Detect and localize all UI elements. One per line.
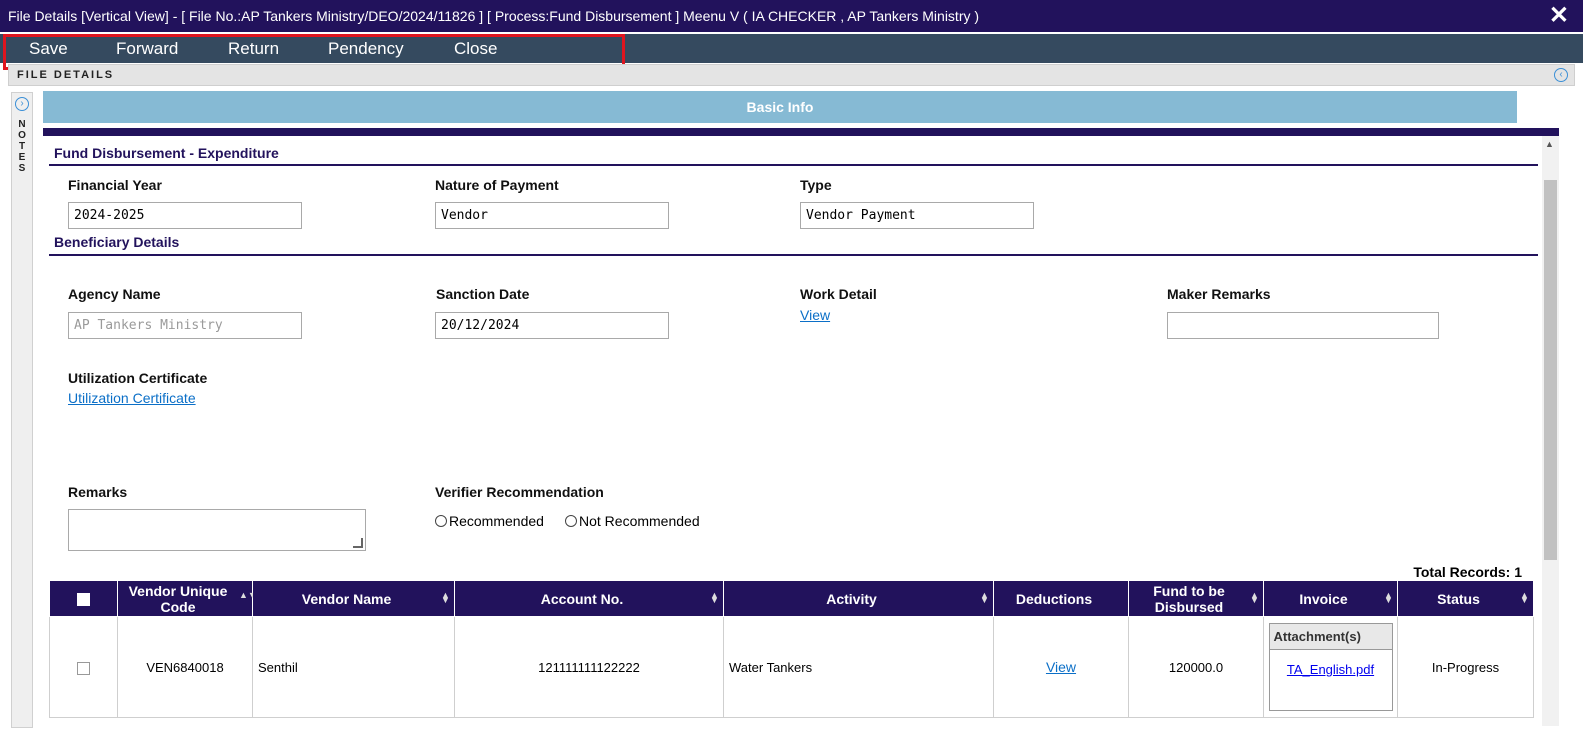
work-detail-view-link[interactable]: View bbox=[800, 307, 830, 323]
col-deductions: Deductions bbox=[993, 580, 1129, 617]
cell-account-no: 121111111122222 bbox=[454, 616, 724, 718]
sort-icon[interactable]: ▲▼ bbox=[1384, 591, 1393, 605]
close-button[interactable]: Close bbox=[454, 39, 497, 59]
select-all-checkbox[interactable] bbox=[77, 593, 90, 607]
maker-remarks-label: Maker Remarks bbox=[1167, 286, 1271, 302]
resize-grip-icon[interactable] bbox=[353, 538, 363, 548]
action-toolbar: Save Forward Return Pendency Close bbox=[0, 34, 1583, 70]
work-detail-label: Work Detail bbox=[800, 286, 877, 302]
pendency-button[interactable]: Pendency bbox=[328, 39, 404, 59]
agency-name-field[interactable]: AP Tankers Ministry bbox=[68, 312, 302, 339]
col-account-no-label: Account No. bbox=[540, 590, 624, 607]
col-status-label: Status bbox=[1437, 590, 1480, 607]
col-invoice[interactable]: Invoice ▲▼ bbox=[1263, 580, 1398, 617]
type-field[interactable]: Vendor Payment bbox=[800, 202, 1034, 229]
remarks-textarea[interactable] bbox=[68, 509, 366, 551]
sanction-date-field[interactable]: 20/12/2024 bbox=[435, 312, 669, 339]
scroll-up-icon[interactable]: ▲ bbox=[1545, 139, 1554, 149]
nature-of-payment-field[interactable]: Vendor bbox=[435, 202, 669, 229]
col-vendor-code[interactable]: Vendor Unique Code ▲▼ bbox=[117, 580, 257, 617]
cell-invoice: Attachment(s) TA_English.pdf bbox=[1263, 616, 1398, 718]
cell-status: In-Progress bbox=[1397, 616, 1534, 718]
financial-year-field[interactable]: 2024-2025 bbox=[68, 202, 302, 229]
nature-of-payment-label: Nature of Payment bbox=[435, 177, 559, 193]
maker-remarks-field[interactable] bbox=[1167, 312, 1439, 339]
col-account-no[interactable]: Account No. ▲▼ bbox=[454, 580, 724, 617]
sort-icon[interactable]: ▲▼ bbox=[239, 591, 257, 600]
col-fund[interactable]: Fund to be Disbursed ▲▼ bbox=[1128, 580, 1264, 617]
table-header-row: Vendor Unique Code ▲▼ Vendor Name ▲▼ Accou… bbox=[49, 580, 1534, 617]
col-vendor-code-label: Vendor Unique Code bbox=[128, 582, 228, 615]
scrollbar-thumb[interactable] bbox=[1544, 180, 1557, 560]
utilization-certificate-label: Utilization Certificate bbox=[68, 370, 208, 386]
financial-year-label: Financial Year bbox=[68, 177, 162, 193]
save-button[interactable]: Save bbox=[29, 39, 68, 59]
sort-icon[interactable]: ▲▼ bbox=[980, 591, 989, 605]
cell-fund: 120000.0 bbox=[1128, 616, 1264, 718]
col-fund-label: Fund to be Disbursed bbox=[1153, 582, 1225, 615]
tab-basic-info[interactable]: Basic Info bbox=[43, 91, 1517, 123]
col-vendor-name-label: Vendor Name bbox=[301, 590, 392, 607]
table-row: VEN6840018 Senthil 121111111122222 Water… bbox=[49, 616, 1534, 718]
sort-icon[interactable]: ▲▼ bbox=[1520, 591, 1529, 605]
not-recommended-radio[interactable] bbox=[565, 515, 577, 527]
section-divider bbox=[49, 254, 1538, 256]
vertical-scrollbar[interactable]: ▲ bbox=[1542, 136, 1559, 726]
notes-label: N O T E S bbox=[18, 119, 26, 174]
remarks-label: Remarks bbox=[68, 484, 128, 500]
window-title-bar: File Details [Vertical View] - [ File No… bbox=[0, 0, 1583, 32]
window-title: File Details [Vertical View] - [ File No… bbox=[8, 8, 980, 24]
forward-button[interactable]: Forward bbox=[116, 39, 178, 59]
col-activity-label: Activity bbox=[826, 590, 877, 607]
collapse-panel-icon[interactable]: ‹ bbox=[1554, 68, 1568, 82]
return-button[interactable]: Return bbox=[228, 39, 279, 59]
recommended-radio[interactable] bbox=[435, 515, 447, 527]
type-label: Type bbox=[800, 177, 832, 193]
attachments-header: Attachment(s) bbox=[1269, 624, 1392, 650]
notes-side-panel[interactable]: › N O T E S bbox=[11, 92, 33, 728]
recommended-option[interactable]: Recommended bbox=[435, 513, 544, 529]
col-vendor-name[interactable]: Vendor Name ▲▼ bbox=[252, 580, 455, 617]
total-records: Total Records: 1 bbox=[1413, 564, 1522, 580]
cell-deductions: View bbox=[993, 616, 1129, 718]
expand-notes-icon[interactable]: › bbox=[15, 97, 29, 111]
sort-icon[interactable]: ▲▼ bbox=[710, 591, 719, 605]
content-top-bar bbox=[43, 128, 1559, 136]
recommended-label: Recommended bbox=[449, 513, 544, 529]
col-deductions-label: Deductions bbox=[1015, 590, 1093, 607]
agency-name-label: Agency Name bbox=[68, 286, 161, 302]
file-details-label: FILE DETAILS bbox=[17, 69, 115, 81]
not-recommended-label: Not Recommended bbox=[579, 513, 700, 529]
cell-vendor-name: Senthil bbox=[252, 616, 455, 718]
utilization-certificate-link[interactable]: Utilization Certificate bbox=[68, 390, 196, 406]
cell-vendor-code: VEN6840018 bbox=[117, 616, 253, 718]
cell-activity: Water Tankers bbox=[723, 616, 994, 718]
section-title-beneficiary: Beneficiary Details bbox=[54, 234, 180, 250]
verifier-recommendation-label: Verifier Recommendation bbox=[435, 484, 604, 500]
section-title-fund-disbursement: Fund Disbursement - Expenditure bbox=[54, 145, 279, 161]
not-recommended-option[interactable]: Not Recommended bbox=[565, 513, 700, 529]
vendor-table: Vendor Unique Code ▲▼ Vendor Name ▲▼ Accou… bbox=[49, 580, 1534, 718]
form-content: Fund Disbursement - Expenditure Financia… bbox=[43, 136, 1542, 726]
row-checkbox[interactable] bbox=[77, 661, 90, 675]
col-status[interactable]: Status ▲▼ bbox=[1397, 580, 1534, 617]
row-select-cell[interactable] bbox=[49, 616, 118, 718]
close-window-icon[interactable]: ✕ bbox=[1549, 0, 1569, 32]
attachments-box: Attachment(s) TA_English.pdf bbox=[1268, 623, 1393, 711]
attachment-file-link[interactable]: TA_English.pdf bbox=[1270, 650, 1392, 677]
col-invoice-label: Invoice bbox=[1299, 590, 1348, 607]
col-activity[interactable]: Activity ▲▼ bbox=[723, 580, 994, 617]
sort-icon[interactable]: ▲▼ bbox=[1250, 591, 1259, 605]
deductions-view-link[interactable]: View bbox=[1046, 659, 1076, 675]
file-details-header: FILE DETAILS ‹ bbox=[8, 64, 1575, 86]
sort-icon[interactable]: ▲▼ bbox=[441, 591, 450, 605]
section-divider bbox=[49, 164, 1538, 166]
select-all-header[interactable] bbox=[49, 580, 118, 617]
sanction-date-label: Sanction Date bbox=[436, 286, 530, 302]
